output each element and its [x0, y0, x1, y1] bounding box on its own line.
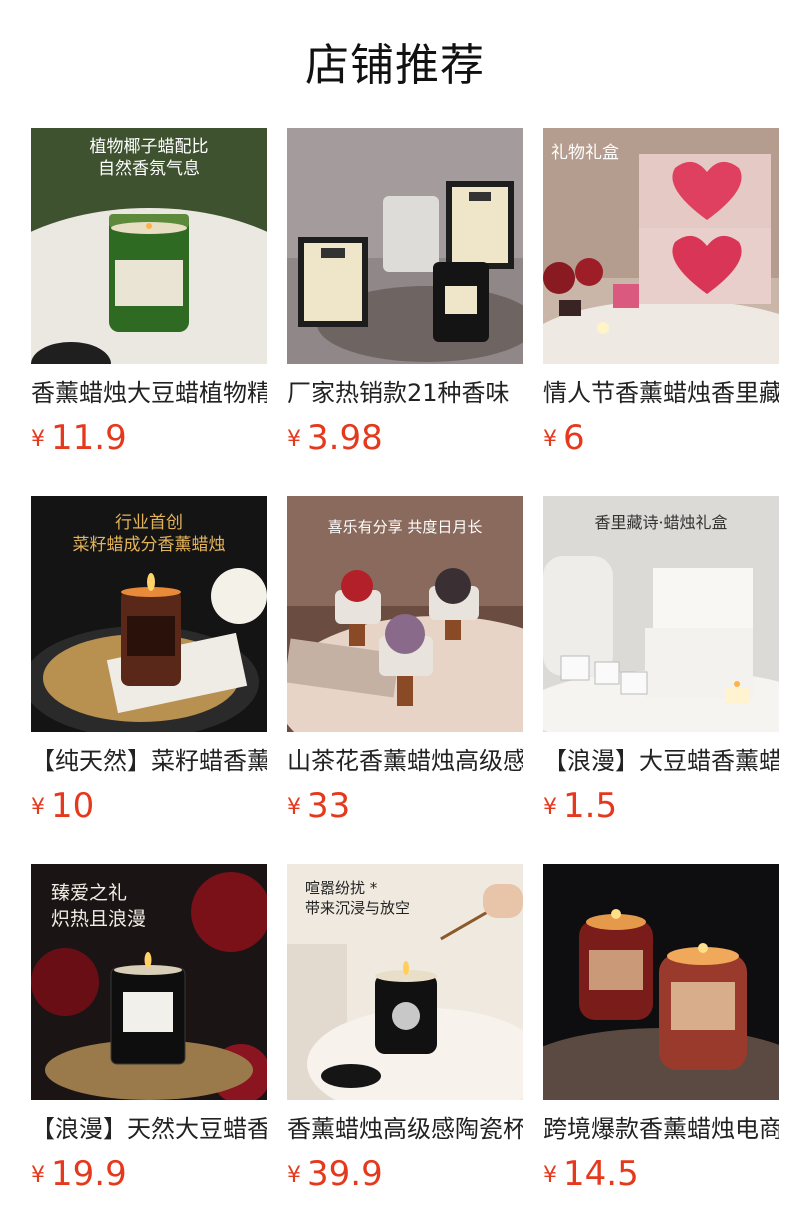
product-image[interactable]: 喧嚣纷扰 * 带来沉浸与放空: [287, 864, 523, 1100]
product-name[interactable]: 情人节香薰蜡烛香里藏诗: [543, 376, 779, 410]
currency-symbol: ¥: [543, 427, 557, 452]
image-caption: 喜乐有分享 共度日月长: [327, 518, 483, 536]
product-card[interactable]: 厂家热销款21种香味 ¥3.98: [287, 128, 523, 496]
product-image[interactable]: [287, 128, 523, 364]
product-price: ¥6: [543, 416, 585, 460]
boxed-candles-image: [287, 128, 523, 364]
product-name[interactable]: 香薰蜡烛高级感陶瓷杯: [287, 1112, 523, 1146]
product-name[interactable]: 香薰蜡烛大豆蜡植物精油: [31, 376, 267, 410]
price-value: 10: [51, 786, 95, 826]
product-price: ¥39.9: [287, 1152, 383, 1196]
currency-symbol: ¥: [543, 1163, 557, 1188]
product-image[interactable]: 喜乐有分享 共度日月长: [287, 496, 523, 732]
price-value: 11.9: [51, 418, 127, 458]
price-value: 39.9: [307, 1154, 383, 1194]
product-name[interactable]: 【浪漫】大豆蜡香薰蜡烛: [543, 744, 779, 778]
product-image[interactable]: 礼物礼盒: [543, 128, 779, 364]
product-price: ¥19.9: [31, 1152, 127, 1196]
image-caption: 香里藏诗·蜡烛礼盒: [594, 513, 728, 532]
product-card[interactable]: 跨境爆款香薰蜡烛电商 ¥14.5: [543, 864, 779, 1232]
product-card[interactable]: 行业首创 菜籽蜡成分香薰蜡烛 【纯天然】菜籽蜡香薰蜡烛 ¥10: [31, 496, 267, 864]
product-name[interactable]: 跨境爆款香薰蜡烛电商: [543, 1112, 779, 1146]
price-value: 33: [307, 786, 351, 826]
image-caption: 臻爱之礼 炽热且浪漫: [51, 882, 147, 930]
product-price: ¥11.9: [31, 416, 127, 460]
price-value: 19.9: [51, 1154, 127, 1194]
red-glass-jar-image: [543, 864, 779, 1100]
currency-symbol: ¥: [287, 795, 301, 820]
currency-symbol: ¥: [543, 795, 557, 820]
image-caption: 礼物礼盒: [551, 143, 619, 163]
price-value: 14.5: [563, 1154, 639, 1194]
currency-symbol: ¥: [287, 427, 301, 452]
product-name[interactable]: 山茶花香薰蜡烛高级感: [287, 744, 523, 778]
product-grid: 植物椰子蜡配比 自然香氛气息 香薰蜡烛大豆蜡植物精油 ¥11.9: [31, 128, 779, 1232]
product-image[interactable]: 臻爱之礼 炽热且浪漫: [31, 864, 267, 1100]
price-value: 3.98: [307, 418, 383, 458]
product-image[interactable]: 行业首创 菜籽蜡成分香薰蜡烛: [31, 496, 267, 732]
image-caption: 植物椰子蜡配比 自然香氛气息: [89, 137, 209, 179]
price-value: 6: [563, 418, 585, 458]
currency-symbol: ¥: [31, 1163, 45, 1188]
product-card[interactable]: 喧嚣纷扰 * 带来沉浸与放空 香薰蜡烛高级感陶瓷杯 ¥39.9: [287, 864, 523, 1232]
image-caption: 喧嚣纷扰 * 带来沉浸与放空: [305, 879, 411, 917]
currency-symbol: ¥: [31, 427, 45, 452]
price-value: 1.5: [563, 786, 618, 826]
product-name[interactable]: 厂家热销款21种香味: [287, 376, 523, 410]
product-price: ¥3.98: [287, 416, 383, 460]
product-card[interactable]: 臻爱之礼 炽热且浪漫 【浪漫】天然大豆蜡香薰 ¥19.9: [31, 864, 267, 1232]
product-price: ¥33: [287, 784, 350, 828]
product-name[interactable]: 【浪漫】天然大豆蜡香薰: [31, 1112, 267, 1146]
product-image[interactable]: 香里藏诗·蜡烛礼盒: [543, 496, 779, 732]
currency-symbol: ¥: [31, 795, 45, 820]
store-recommendations-page: 店铺推荐 植物椰子蜡配比 自然香氛气息 香薰蜡烛大豆蜡植物精油: [0, 0, 790, 1232]
product-name[interactable]: 【纯天然】菜籽蜡香薰蜡烛: [31, 744, 267, 778]
product-image[interactable]: [543, 864, 779, 1100]
product-card[interactable]: 喜乐有分享 共度日月长 山茶花香薰蜡烛高级感 ¥33: [287, 496, 523, 864]
image-caption: 行业首创 菜籽蜡成分香薰蜡烛: [72, 513, 226, 555]
product-price: ¥1.5: [543, 784, 617, 828]
product-price: ¥10: [31, 784, 94, 828]
product-image[interactable]: 植物椰子蜡配比 自然香氛气息: [31, 128, 267, 364]
product-card[interactable]: 植物椰子蜡配比 自然香氛气息 香薰蜡烛大豆蜡植物精油 ¥11.9: [31, 128, 267, 496]
section-title: 店铺推荐: [305, 40, 485, 91]
currency-symbol: ¥: [287, 1163, 301, 1188]
product-card[interactable]: 礼物礼盒 情人节香薰蜡烛香里藏诗 ¥6: [543, 128, 779, 496]
product-price: ¥14.5: [543, 1152, 639, 1196]
product-card[interactable]: 香里藏诗·蜡烛礼盒 【浪漫】大豆蜡香薰蜡烛 ¥1.5: [543, 496, 779, 864]
